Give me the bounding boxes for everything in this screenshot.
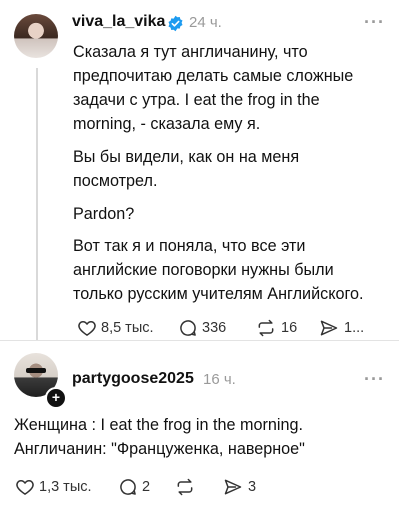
verified-badge-icon <box>168 15 183 32</box>
text-line: только русским учителям Английского. <box>73 285 364 303</box>
like-count: 1,3 тыс. <box>39 479 92 495</box>
heart-icon <box>78 321 96 336</box>
comment-icon <box>180 320 196 336</box>
post-text: Сказала я тут англичанину, что предпочит… <box>73 40 353 136</box>
comment-count: 2 <box>142 479 151 495</box>
share-count: 1... <box>344 320 365 336</box>
share-button[interactable]: 1... <box>318 318 364 338</box>
timestamp: 24 ч. <box>189 14 222 31</box>
text-line: английские поговорки нужны были <box>73 261 334 279</box>
text-line: Pardon? <box>73 205 135 223</box>
more-options-icon[interactable]: ··· <box>364 12 385 33</box>
repost-icon <box>258 319 274 337</box>
send-icon <box>320 320 338 336</box>
post-text: Вот так я и поняла, что все эти английск… <box>73 234 364 306</box>
like-button[interactable]: 1,3 тыс. <box>15 477 92 497</box>
username[interactable]: viva_la_vika <box>72 13 165 31</box>
username[interactable]: partygoose2025 <box>72 370 194 388</box>
like-button[interactable]: 8,5 тыс. <box>77 318 154 338</box>
repost-count: 16 <box>281 320 298 336</box>
sunglasses <box>26 368 46 373</box>
thread-line <box>36 68 38 340</box>
follow-plus-icon[interactable]: + <box>45 387 67 409</box>
share-button[interactable]: 3 <box>222 477 256 497</box>
avatar[interactable] <box>14 14 58 58</box>
text-line: посмотрел. <box>73 172 158 190</box>
comment-button[interactable]: 336 <box>178 318 226 338</box>
divider <box>0 340 399 341</box>
text-line: Вот так я и поняла, что все эти <box>73 237 306 255</box>
post-text: Женщина : I eat the frog in the morning.… <box>14 413 305 461</box>
timestamp: 16 ч. <box>203 371 236 388</box>
text-line: morning, - сказала ему я. <box>73 115 261 133</box>
comment-count: 336 <box>202 320 227 336</box>
text-line: Женщина : I eat the frog in the morning. <box>14 416 303 434</box>
text-line: Вы бы видели, как он на меня <box>73 148 300 166</box>
comment-icon <box>120 479 136 495</box>
repost-button[interactable]: 16 <box>255 318 297 338</box>
text-line: предпочитаю делать самые сложные <box>73 67 354 85</box>
comment-button[interactable]: 2 <box>118 477 150 497</box>
text-line: Англичанин: "Француженка, наверное" <box>14 440 305 458</box>
heart-icon <box>16 480 34 495</box>
like-count: 8,5 тыс. <box>101 320 154 336</box>
more-options-icon[interactable]: ··· <box>364 369 385 390</box>
text-line: задачи с утра. I eat the frog in the <box>73 91 320 109</box>
post-text: Вы бы видели, как он на меня посмотрел. <box>73 145 299 193</box>
text-line: Сказала я тут англичанину, что <box>73 43 308 61</box>
send-icon <box>224 479 242 495</box>
repost-button[interactable] <box>174 477 196 497</box>
repost-icon <box>177 478 193 496</box>
share-count: 3 <box>248 479 257 495</box>
post-text: Pardon? <box>73 202 134 226</box>
